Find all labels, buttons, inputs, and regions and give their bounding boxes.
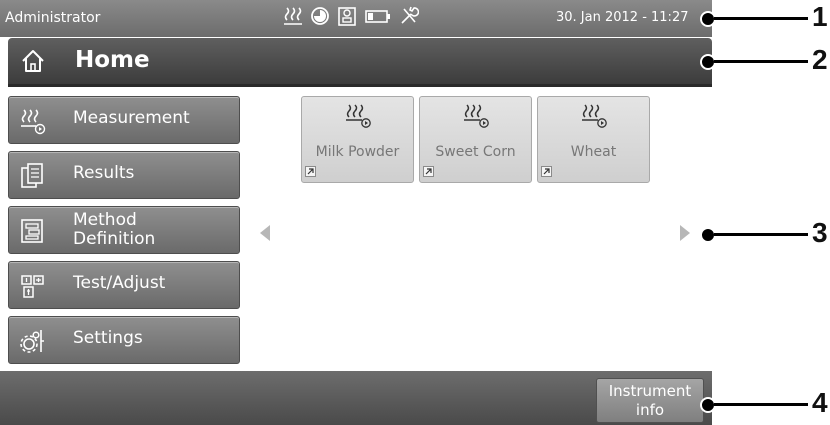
callout-number: 1: [812, 1, 828, 32]
status-bar: Administrator 30. Jan 2012 - 11:27: [0, 0, 712, 37]
settings-label: Settings: [73, 328, 143, 348]
measurement-shortcut-icon: [580, 103, 610, 129]
measurement-shortcut-icon: [344, 103, 374, 129]
balance-icon: [337, 5, 357, 27]
shortcut-arrow-icon: [423, 166, 434, 177]
shortcut-wheat[interactable]: Wheat: [537, 96, 650, 183]
heating-icon: [283, 5, 303, 27]
measurement-shortcut-icon: [462, 103, 492, 129]
method-definition-label: Method Definition: [73, 210, 156, 249]
shortcut-milk-powder[interactable]: Milk Powder: [301, 96, 414, 183]
instrument-info-button[interactable]: Instrument info: [596, 378, 704, 423]
measurement-icon: [19, 107, 47, 135]
battery-icon: [364, 5, 392, 27]
shortcut-label: Sweet Corn: [435, 144, 516, 160]
method-definition-icon: [19, 217, 47, 245]
scroll-right-arrow-icon[interactable]: [680, 225, 690, 241]
callout-number: 3: [812, 217, 828, 248]
title-bar: Home: [8, 38, 712, 87]
status-icons: [283, 5, 420, 27]
shortcut-arrow-icon: [305, 166, 316, 177]
test-adjust-button[interactable]: Test/Adjust: [8, 261, 240, 309]
method-definition-button[interactable]: Method Definition: [8, 206, 240, 254]
callout-number: 2: [812, 44, 828, 75]
callout-line: [714, 17, 808, 20]
shortcut-label: Wheat: [570, 144, 617, 160]
shortcut-arrow-icon: [541, 166, 552, 177]
results-icon: [19, 162, 47, 190]
tools-icon: [399, 5, 420, 27]
shortcut-label: Milk Powder: [315, 144, 400, 160]
time-switch-icon: [310, 5, 330, 27]
settings-icon: [19, 327, 47, 355]
date-time: 30. Jan 2012 - 11:27: [556, 10, 689, 25]
measurement-button[interactable]: Measurement: [8, 96, 240, 144]
instrument-screen: Administrator 30. Jan 2012 - 11:27 Home: [0, 0, 712, 425]
callout-line: [714, 233, 808, 236]
results-label: Results: [73, 163, 135, 183]
results-button[interactable]: Results: [8, 151, 240, 199]
shortcut-sweet-corn[interactable]: Sweet Corn: [419, 96, 532, 183]
home-icon[interactable]: [20, 48, 46, 74]
test-adjust-icon: [19, 272, 47, 300]
measurement-label: Measurement: [73, 108, 190, 128]
callout-line: [714, 403, 808, 406]
callout-line: [714, 60, 808, 63]
user-name: Administrator: [5, 10, 101, 26]
page-title: Home: [75, 47, 150, 73]
scroll-left-arrow-icon[interactable]: [260, 225, 270, 241]
test-adjust-label: Test/Adjust: [73, 273, 166, 293]
callout-number: 4: [812, 387, 828, 418]
bottom-bar: Instrument info: [0, 371, 712, 425]
settings-button[interactable]: Settings: [8, 316, 240, 364]
